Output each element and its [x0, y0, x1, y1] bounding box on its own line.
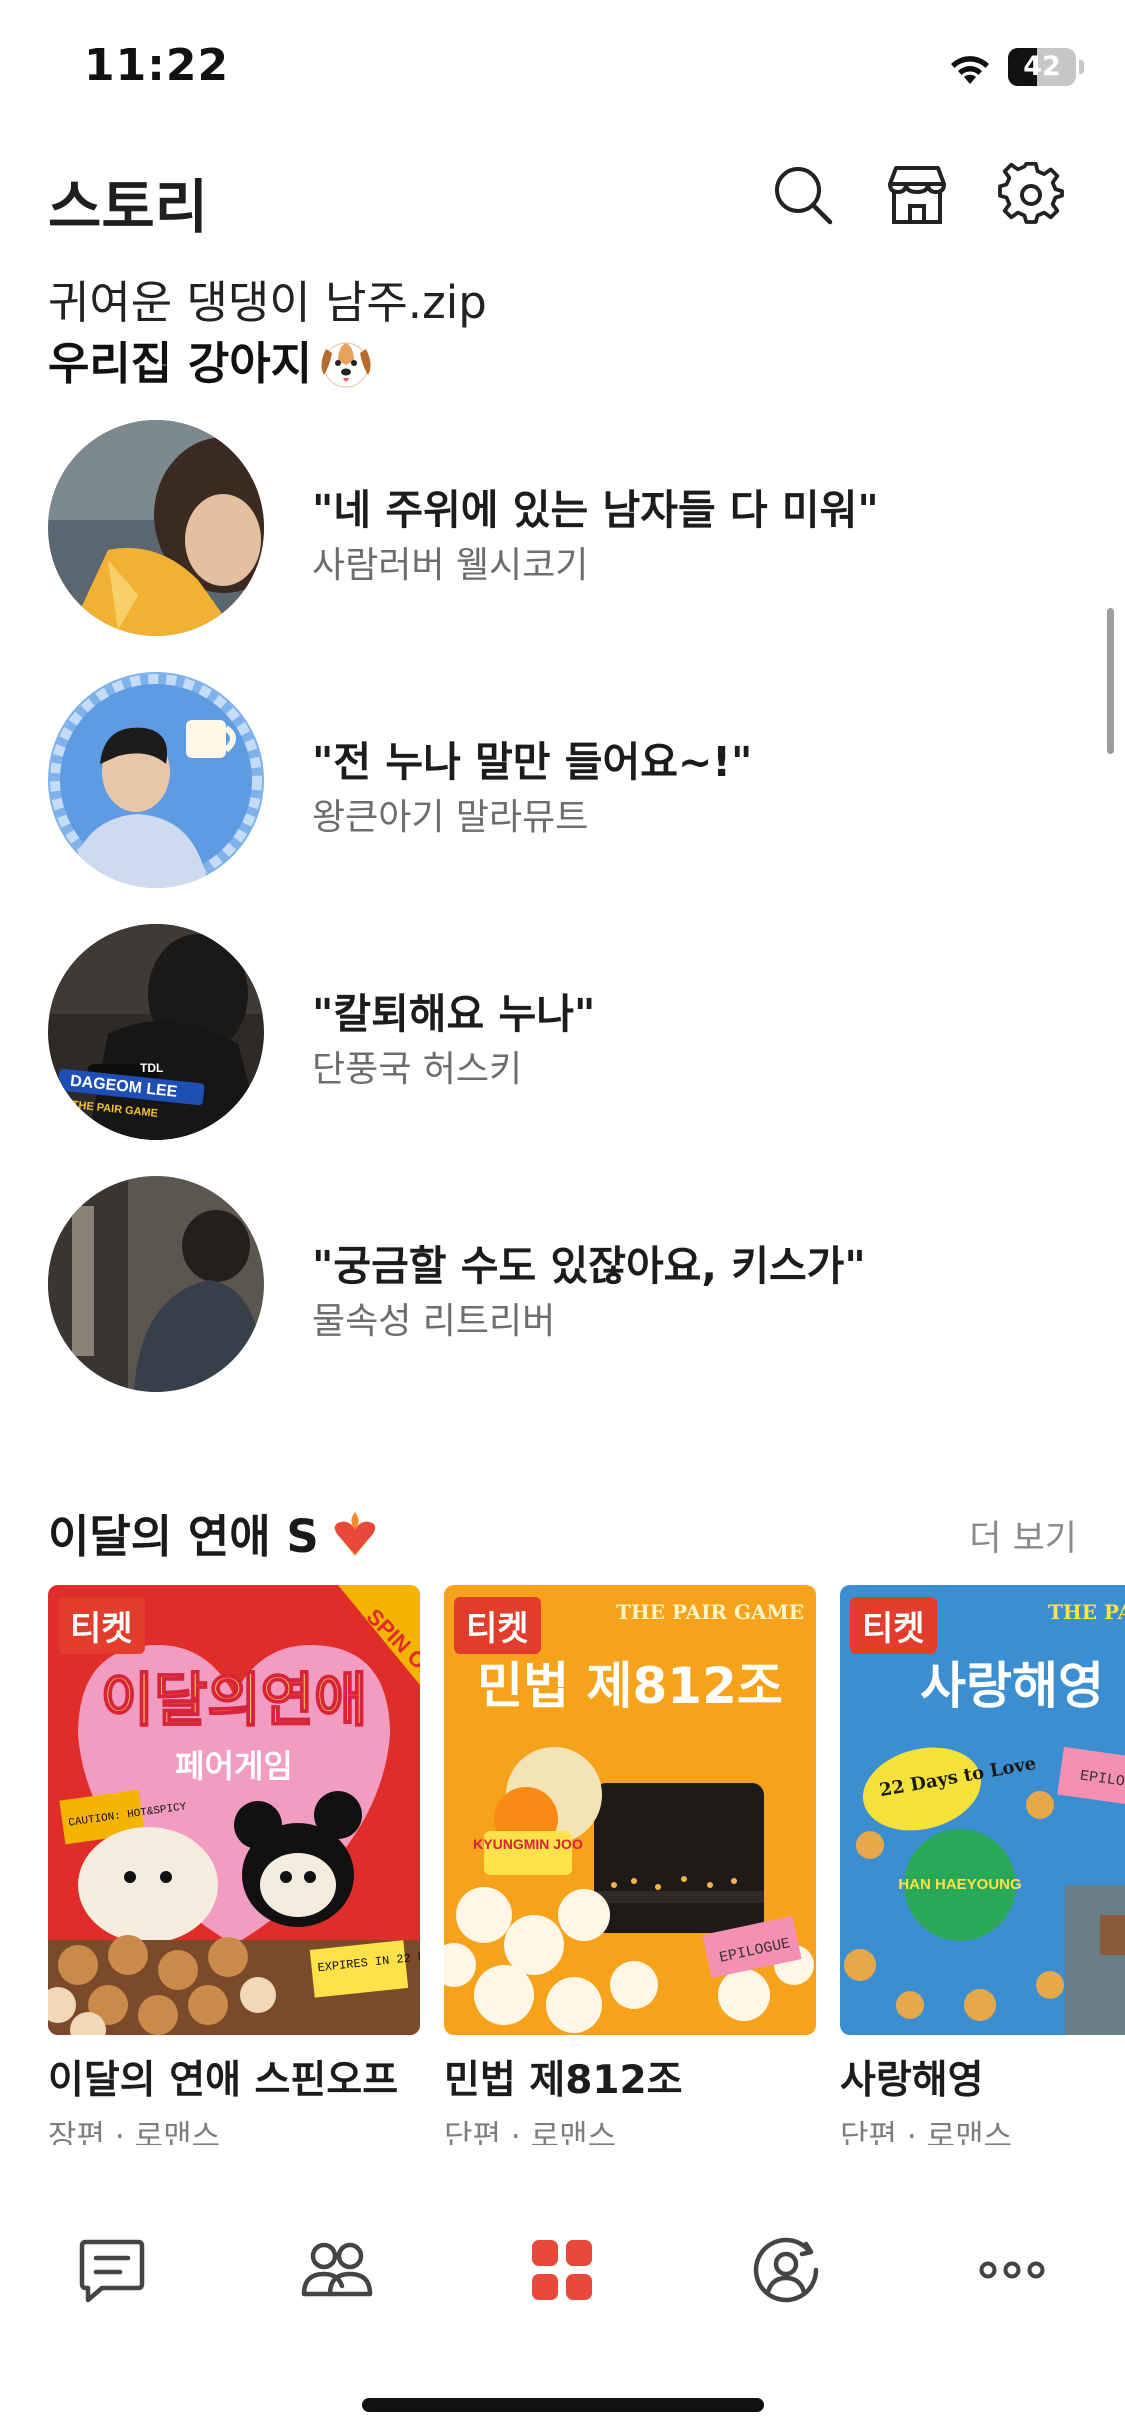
home-indicator[interactable]	[362, 2398, 764, 2412]
avatar-tdl-label: TDL	[140, 1061, 163, 1075]
story-card-carousel[interactable]: SPIN OFF 이달의연애 페어게임 CAUTION: HOT&SPICY E…	[48, 1585, 1125, 2145]
section-title-text: 이달의 연애 S	[48, 1510, 319, 1563]
story-item[interactable]: TDL DAGEOM LEE THE PAIR GAME "칼퇴해요 누나" 단…	[0, 924, 1125, 1176]
tab-story[interactable]	[522, 2230, 602, 2310]
story-card[interactable]: THE PAIR 사랑해영 22 Days to Love HAN HAEYOU…	[840, 1585, 1125, 2145]
tab-friends[interactable]	[296, 2230, 376, 2310]
story-card[interactable]: SPIN OFF 이달의연애 페어게임 CAUTION: HOT&SPICY E…	[48, 1585, 420, 2145]
story-card[interactable]: THE PAIR GAME 민법 제812조 KYUNGMIN JOO EPIL…	[444, 1585, 816, 2145]
see-more-link[interactable]: 더 보기	[969, 1510, 1077, 1561]
card-title: 민법 제812조	[444, 2058, 683, 2103]
cover-headline: 민법 제812조	[477, 1657, 783, 1715]
story-quote: "칼퇴해요 누나"	[312, 990, 596, 1038]
chat-icon	[79, 2239, 145, 2303]
story-avatar[interactable]	[48, 420, 264, 636]
cover-headline: 사랑해영	[920, 1657, 1104, 1715]
gear-icon[interactable]	[998, 161, 1064, 228]
battery-cap	[1079, 60, 1084, 74]
card-cover[interactable]: THE PAIR GAME 민법 제812조 KYUNGMIN JOO EPIL…	[444, 1585, 816, 2035]
cover-brand: THE PAIR GAME	[616, 1600, 804, 1624]
page-title: 스토리	[48, 173, 209, 241]
story-quote: "전 누나 말만 들어요~!"	[312, 738, 753, 786]
cover-headline: 이달의연애	[101, 1666, 368, 1734]
tab-chat[interactable]	[72, 2230, 152, 2310]
ticket-badge: 티켓	[58, 1597, 145, 1654]
story-quote: "네 주위에 있는 남자들 다 미워"	[312, 486, 879, 534]
profile-icon	[753, 2237, 819, 2303]
wifi-icon	[951, 56, 989, 84]
tab-more[interactable]	[972, 2230, 1052, 2310]
cover-name: KYUNGMIN JOO	[473, 1836, 583, 1852]
story-character: 왕큰아기 말라뮤트	[312, 797, 589, 838]
status-bar: 11:22 42	[0, 0, 1125, 140]
search-icon[interactable]	[770, 162, 836, 228]
ticket-badge: 티켓	[454, 1597, 541, 1654]
store-icon[interactable]	[884, 162, 950, 228]
card-title: 이달의 연애 스핀오프	[48, 2058, 399, 2103]
story-list: "네 주위에 있는 남자들 다 미워" 사람러버 웰시코기 "전 누나 말만 들…	[0, 420, 1125, 1428]
story-icon	[532, 2240, 592, 2300]
card-meta: 단편 · 로맨스	[444, 2119, 617, 2145]
card-cover[interactable]: THE PAIR 사랑해영 22 Days to Love HAN HAEYOU…	[840, 1585, 1125, 2035]
story-character: 사람러버 웰시코기	[312, 545, 589, 586]
collection-title-text: 우리집 강아지	[48, 337, 313, 390]
collection-title: 우리집 강아지	[48, 327, 376, 392]
more-icon	[979, 2261, 1045, 2279]
story-item[interactable]: "전 누나 말만 들어요~!" 왕큰아기 말라뮤트	[0, 672, 1125, 924]
battery-indicator: 42	[1008, 48, 1076, 86]
story-avatar[interactable]: TDL DAGEOM LEE THE PAIR GAME	[48, 924, 264, 1140]
status-time: 11:22	[84, 40, 230, 91]
story-avatar[interactable]	[48, 1176, 264, 1392]
cover-brand: THE PAIR	[1048, 1600, 1125, 1624]
collection-subtitle: 귀여운 댕댕이 남주.zip	[48, 276, 487, 329]
section-title: 이달의 연애 S	[48, 1500, 383, 1565]
heart-on-fire-icon	[334, 1512, 375, 1556]
dog-face-icon	[321, 342, 371, 388]
story-quote: "궁금할 수도 있잖아요, 키스가"	[312, 1242, 866, 1290]
card-meta: 장편 · 로맨스	[48, 2119, 221, 2145]
story-avatar[interactable]	[48, 672, 264, 888]
card-title: 사랑해영	[840, 2058, 984, 2103]
card-cover[interactable]: SPIN OFF 이달의연애 페어게임 CAUTION: HOT&SPICY E…	[48, 1585, 420, 2035]
story-screen: 11:22 42 스토리 귀여운 댕댕이 남주.zip 우리집 강아지 "네 주…	[0, 0, 1125, 2436]
ticket-badge: 티켓	[850, 1597, 937, 1654]
story-character: 물속성 리트리버	[312, 1301, 556, 1342]
bottom-tab-bar	[0, 2230, 1125, 2340]
tab-profile[interactable]	[746, 2230, 826, 2310]
friends-icon	[301, 2242, 373, 2297]
cover-name: HAN HAEYOUNG	[898, 1876, 1021, 1893]
card-meta: 단편 · 로맨스	[840, 2119, 1013, 2145]
cover-sub: 페어게임	[175, 1747, 293, 1785]
battery-level-text: 42	[1023, 51, 1061, 82]
story-item[interactable]: "궁금할 수도 있잖아요, 키스가" 물속성 리트리버	[0, 1176, 1125, 1428]
story-character: 단풍국 허스키	[312, 1049, 523, 1090]
story-item[interactable]: "네 주위에 있는 남자들 다 미워" 사람러버 웰시코기	[0, 420, 1125, 672]
scroll-indicator[interactable]	[1107, 608, 1114, 754]
